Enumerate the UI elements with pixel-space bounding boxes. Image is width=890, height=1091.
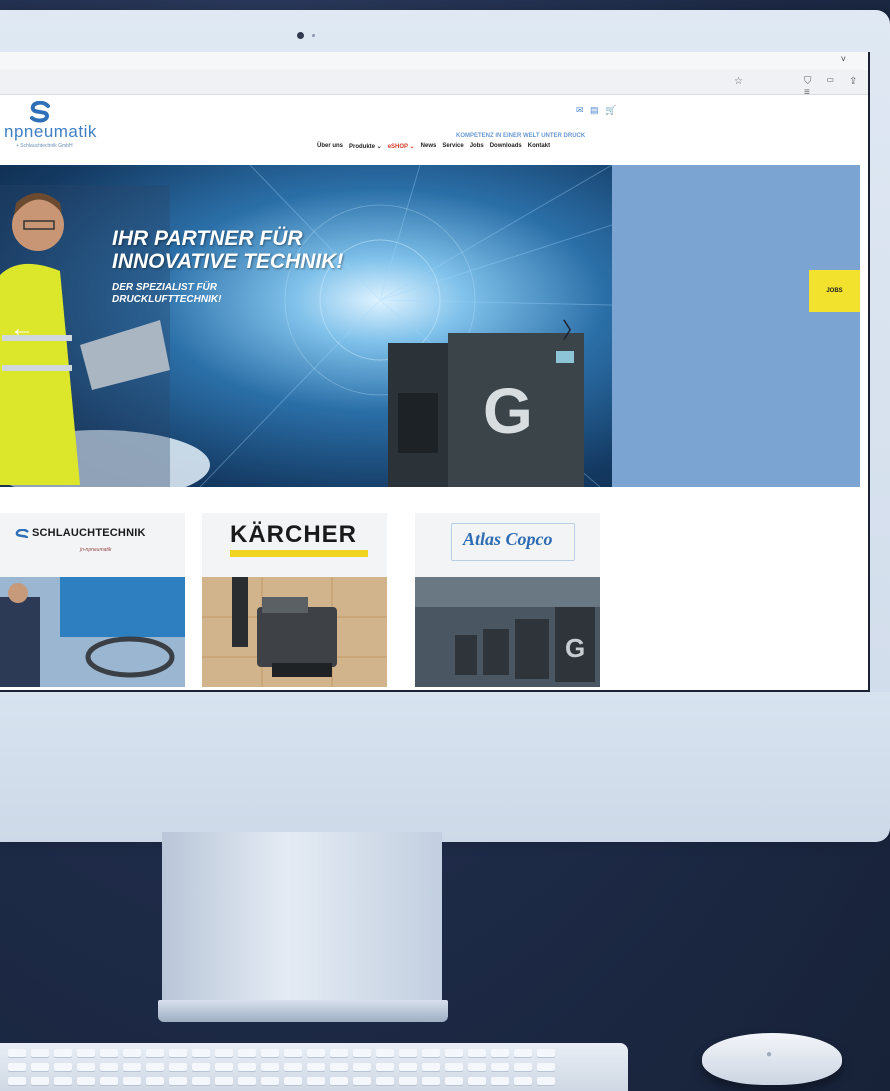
- nav-item-downloads[interactable]: Downloads: [490, 143, 522, 150]
- keyboard-row: [8, 1077, 555, 1085]
- brand-title: Atlas Copco: [463, 529, 553, 549]
- brand-card-schlauchtechnik[interactable]: SCHLAUCHTECHNIK jn-npneumatik: [0, 513, 185, 687]
- keyboard-row: [8, 1063, 555, 1071]
- brand-title: KÄRCHER: [230, 521, 357, 548]
- schlauch-logo-icon: [15, 529, 29, 539]
- monitor: ˅ ☆ ⛉ ▭ ⇪ ≡ npneumatik + Schlauchtechnik…: [0, 10, 890, 842]
- brand-logo-area: SCHLAUCHTECHNIK jn-npneumatik: [0, 513, 185, 577]
- browser-toolbar: ☆ ⛉ ▭ ⇪ ≡: [0, 70, 868, 98]
- brand-subtitle: jn-npneumatik: [80, 547, 112, 553]
- monitor-stand: [162, 832, 442, 1002]
- nav-item-news[interactable]: News: [421, 143, 437, 150]
- brand-title: SCHLAUCHTECHNIK: [32, 527, 146, 539]
- star-icon[interactable]: ☆: [734, 76, 743, 87]
- monitor-stand-foot: [158, 1000, 448, 1022]
- logo-text[interactable]: npneumatik: [4, 122, 97, 142]
- nav-item-ueber-uns[interactable]: Über uns: [317, 143, 343, 150]
- jobs-tab-button[interactable]: JOBS: [809, 270, 860, 312]
- hero-title-line-1: IHR PARTNER FÜR: [112, 227, 303, 250]
- hero-title: IHR PARTNER FÜR INNOVATIVE TECHNIK!: [112, 227, 343, 273]
- hero-subtitle-line-1: DER SPEZIALIST FÜR: [112, 282, 218, 293]
- monitor-chin: [0, 692, 890, 842]
- apple-logo-icon: ●: [766, 1049, 773, 1060]
- hero-side-panel: [612, 165, 860, 487]
- kaercher-photo: [202, 577, 387, 687]
- brand-logo-area: Atlas Copco: [415, 513, 600, 577]
- logo-icon[interactable]: [28, 101, 52, 123]
- camera: [297, 32, 304, 39]
- compressor-photo: G: [388, 333, 584, 487]
- svg-text:G: G: [483, 375, 533, 447]
- logo-subtitle: + Schlauchtechnik GmbH: [16, 143, 73, 149]
- hero-subtitle: DER SPEZIALIST FÜR DRUCKLUFTTECHNIK!: [112, 282, 221, 306]
- brand-logo-area: KÄRCHER: [202, 513, 387, 577]
- brand-card-kaercher[interactable]: KÄRCHER: [202, 513, 387, 687]
- nav-item-service[interactable]: Service: [442, 143, 463, 150]
- keyboard[interactable]: [0, 1043, 628, 1091]
- tagline: KOMPETENZ IN EINER WELT UNTER DRUCK: [456, 133, 586, 139]
- nav-item-kontakt[interactable]: Kontakt: [528, 143, 550, 150]
- site-header: npneumatik + Schlauchtechnik GmbH ✉ ▤ 🛒 …: [0, 95, 868, 155]
- camera-indicator: [312, 34, 315, 37]
- mouse[interactable]: ●: [702, 1033, 842, 1085]
- nav-item-produkte[interactable]: Produkte ⌄: [349, 143, 382, 150]
- schlauch-photo: [0, 577, 185, 687]
- atlas-photo: G: [415, 577, 600, 687]
- tab-list-chevron-icon[interactable]: ˅: [841, 54, 846, 64]
- hero-title-line-2: INNOVATIVE TECHNIK!: [112, 250, 344, 273]
- slider-next-arrow-icon[interactable]: 〉: [562, 313, 584, 345]
- header-icons[interactable]: ✉ ▤ 🛒: [576, 105, 618, 116]
- kaercher-yellow-bar: [230, 550, 368, 557]
- keyboard-row: [8, 1049, 555, 1057]
- slider-prev-arrow-icon[interactable]: ←: [10, 315, 34, 343]
- tab-bar: ˅: [0, 52, 868, 70]
- browser-screen: ˅ ☆ ⛉ ▭ ⇪ ≡ npneumatik + Schlauchtechnik…: [0, 52, 870, 692]
- nav-item-jobs[interactable]: Jobs: [470, 143, 484, 150]
- nav-item-eshop[interactable]: eSHOP ⌄: [388, 143, 415, 150]
- brand-card-atlas-copco[interactable]: Atlas Copco G: [415, 513, 600, 687]
- hero-subtitle-line-2: DRUCKLUFTTECHNIK!: [112, 294, 222, 305]
- svg-text:G: G: [565, 633, 585, 663]
- main-nav: Über uns Produkte ⌄ eSHOP ⌄ News Service…: [317, 143, 550, 150]
- hero-slider[interactable]: G IHR PARTNER FÜR INNOVATIVE TECHNIK! DE…: [0, 165, 612, 487]
